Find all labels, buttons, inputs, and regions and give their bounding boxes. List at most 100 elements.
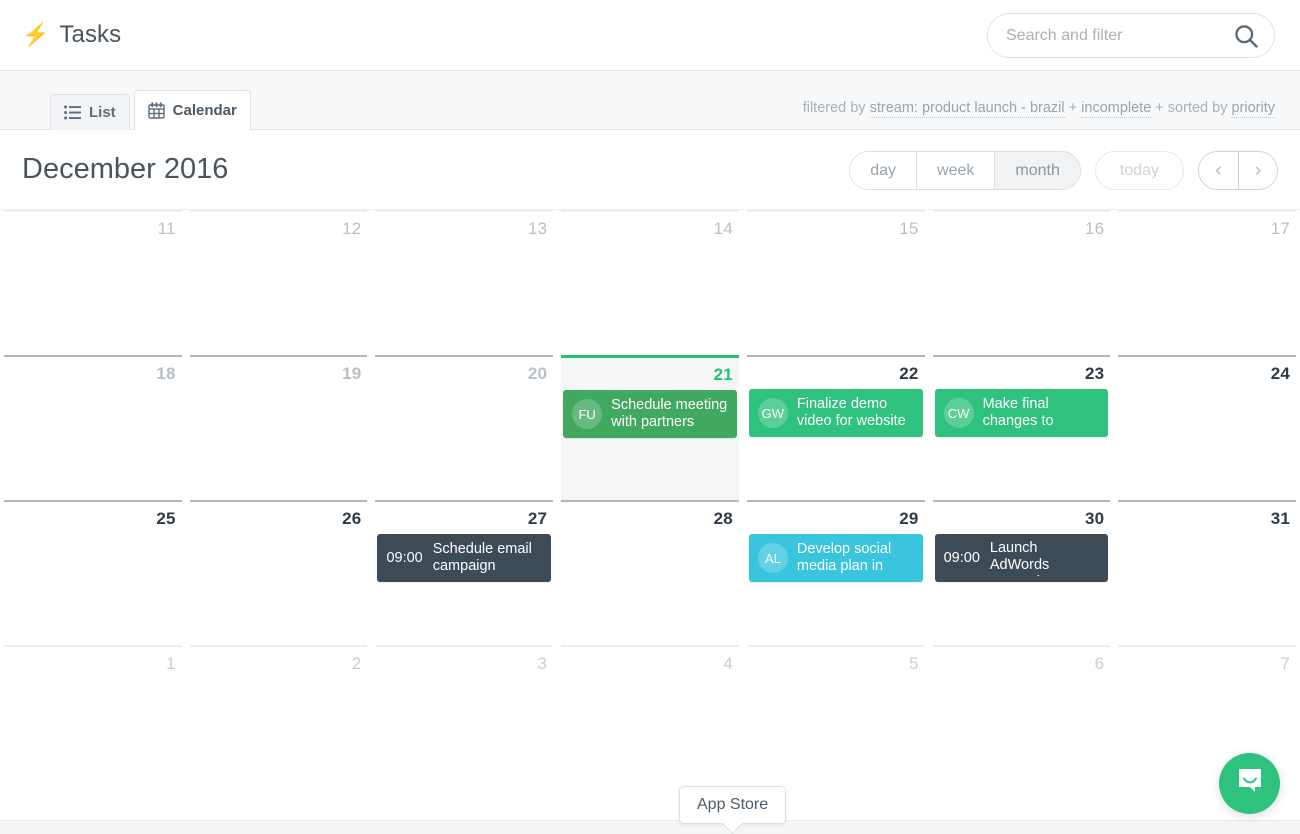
calendar-day-cell[interactable]: 1 — [0, 645, 186, 790]
day-number[interactable]: 19 — [190, 357, 368, 384]
calendar-day-cell[interactable]: 29 ALDevelop social media plan in — [743, 500, 929, 645]
calendar-day-inner: 25 — [4, 500, 182, 645]
calendar-day-inner: 13 — [375, 210, 553, 355]
calendar-day-cell[interactable]: 17 — [1114, 210, 1300, 355]
day-number[interactable]: 13 — [375, 212, 553, 239]
calendar-controls: day week month today ‹ › — [849, 151, 1278, 190]
filter-stream-link[interactable]: stream: product launch - brazil — [870, 100, 1065, 118]
calendar-event[interactable]: 09:00Schedule email campaign — [377, 534, 551, 582]
event-title: Make final changes to — [983, 396, 1100, 430]
calendar-day-cell[interactable]: 3 — [371, 645, 557, 790]
filter-incomplete-link[interactable]: incomplete — [1081, 100, 1151, 118]
search-box[interactable] — [987, 13, 1275, 58]
view-month-button[interactable]: month — [994, 152, 1079, 189]
day-number[interactable]: 27 — [375, 502, 553, 529]
tab-bar: List Calendar — [0, 71, 1300, 130]
filter-priority-link[interactable]: priority — [1231, 100, 1275, 118]
calendar-day-cell[interactable]: 28 — [557, 500, 743, 645]
day-number[interactable]: 23 — [933, 357, 1111, 384]
calendar-day-cell[interactable]: 31 — [1114, 500, 1300, 645]
calendar-day-cell[interactable]: 26 — [186, 500, 372, 645]
day-number[interactable]: 11 — [4, 212, 182, 239]
day-number[interactable]: 22 — [747, 357, 925, 384]
calendar-day-cell[interactable]: 12 — [186, 210, 372, 355]
tab-list[interactable]: List — [50, 94, 130, 130]
calendar-day-cell[interactable]: 23 CW Make final changes to — [929, 355, 1115, 500]
search-icon[interactable] — [1232, 22, 1260, 50]
calendar-day-cell[interactable]: 2 — [186, 645, 372, 790]
today-button[interactable]: today — [1095, 151, 1184, 190]
tab-calendar[interactable]: Calendar — [134, 90, 251, 130]
calendar-day-inner: 2 — [190, 645, 368, 790]
calendar-day-cell[interactable]: 11 — [0, 210, 186, 355]
day-number[interactable]: 30 — [933, 502, 1111, 529]
day-number[interactable]: 25 — [4, 502, 182, 529]
day-number[interactable]: 3 — [375, 647, 553, 674]
day-number[interactable]: 14 — [561, 212, 739, 239]
calendar-day-inner: 26 — [190, 500, 368, 645]
calendar-day-cell[interactable]: 16 — [929, 210, 1115, 355]
day-number[interactable]: 28 — [561, 502, 739, 529]
calendar-event[interactable]: CW Make final changes to — [935, 389, 1109, 437]
calendar-day-cell[interactable]: 30 09:00Launch AdWords Campaign — [929, 500, 1115, 645]
calendar-day-cell[interactable]: 24 — [1114, 355, 1300, 500]
calendar-event[interactable]: ALDevelop social media plan in — [749, 534, 923, 582]
day-number[interactable]: 7 — [1118, 647, 1296, 674]
day-number[interactable]: 16 — [933, 212, 1111, 239]
calendar-day-inner: 27 09:00Schedule email campaign — [375, 500, 553, 645]
intercom-launcher-button[interactable] — [1219, 753, 1280, 814]
day-number[interactable]: 5 — [747, 647, 925, 674]
calendar-day-inner: 4 — [561, 645, 739, 790]
view-week-button[interactable]: week — [916, 152, 994, 189]
calendar-day-inner: 11 — [4, 210, 182, 355]
calendar-day-cell[interactable]: 18 — [0, 355, 186, 500]
day-number[interactable]: 31 — [1118, 502, 1296, 529]
day-number[interactable]: 26 — [190, 502, 368, 529]
day-number[interactable]: 15 — [747, 212, 925, 239]
calendar-day-cell[interactable]: 20 — [371, 355, 557, 500]
calendar-nav: ‹ › — [1198, 151, 1278, 190]
calendar-event[interactable]: GWFinalize demo video for website — [749, 389, 923, 437]
chevron-right-icon[interactable]: › — [1238, 152, 1277, 189]
calendar-day-cell[interactable]: 25 — [0, 500, 186, 645]
calendar-week-row: 18 19 20 21 FUSchedule meeting with partners… — [0, 355, 1300, 500]
calendar-day-cell[interactable]: 13 — [371, 210, 557, 355]
day-number[interactable]: 12 — [190, 212, 368, 239]
day-number[interactable]: 6 — [933, 647, 1111, 674]
search-input[interactable] — [988, 14, 1203, 57]
day-number[interactable]: 29 — [747, 502, 925, 529]
calendar-day-cell[interactable]: 14 — [557, 210, 743, 355]
filter-prefix: filtered by — [803, 100, 870, 116]
day-number[interactable]: 21 — [561, 358, 739, 385]
calendar-day-cell[interactable]: 27 09:00Schedule email campaign — [371, 500, 557, 645]
app-store-popover[interactable]: App Store — [679, 786, 786, 824]
view-day-button[interactable]: day — [850, 152, 916, 189]
calendar-day-cell[interactable]: 6 — [929, 645, 1115, 790]
avatar: CW — [944, 398, 974, 428]
calendar-day-cell[interactable]: 5 — [743, 645, 929, 790]
day-number[interactable]: 24 — [1118, 357, 1296, 384]
day-number[interactable]: 18 — [4, 357, 182, 384]
calendar-day-cell[interactable]: 4 — [557, 645, 743, 790]
day-number[interactable]: 17 — [1118, 212, 1296, 239]
calendar-week-row: 1234567 — [0, 645, 1300, 790]
chevron-left-icon[interactable]: ‹ — [1199, 152, 1238, 189]
calendar-day-inner: 31 — [1118, 500, 1296, 645]
calendar-day-cell[interactable]: 15 — [743, 210, 929, 355]
event-title: Schedule email campaign — [433, 541, 542, 575]
bolt-icon: ⚡ — [22, 24, 49, 46]
day-number[interactable]: 1 — [4, 647, 182, 674]
day-number[interactable]: 2 — [190, 647, 368, 674]
calendar-day-cell[interactable]: 19 — [186, 355, 372, 500]
bottom-strip — [0, 820, 1300, 834]
calendar-day-cell[interactable]: 21 FUSchedule meeting with partners — [557, 355, 743, 500]
calendar-day-inner: 24 — [1118, 355, 1296, 500]
calendar-day-cell[interactable]: 22 GWFinalize demo video for website — [743, 355, 929, 500]
day-number[interactable]: 20 — [375, 357, 553, 384]
day-number[interactable]: 4 — [561, 647, 739, 674]
avatar: GW — [758, 398, 788, 428]
calendar-event[interactable]: FUSchedule meeting with partners — [563, 390, 737, 438]
calendar-event[interactable]: 09:00Launch AdWords Campaign — [935, 534, 1109, 582]
calendar-week-row: 25 26 27 09:00Schedule email campaign 28 29 AL… — [0, 500, 1300, 645]
calendar-icon — [148, 102, 165, 119]
